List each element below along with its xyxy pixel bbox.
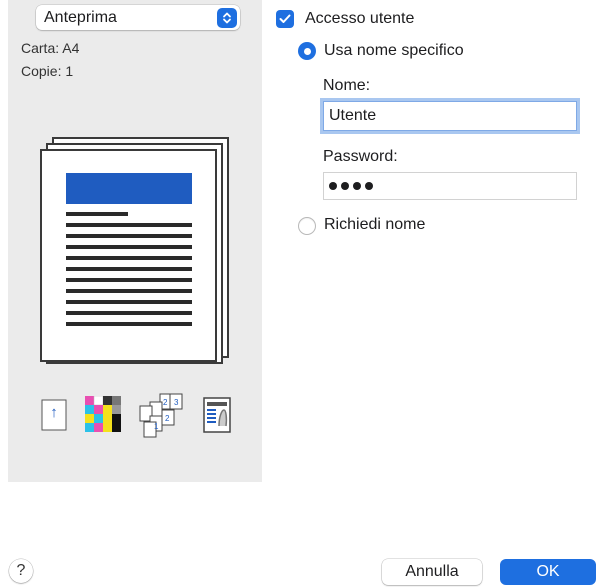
ask-name-label: Richiedi nome [324,216,426,233]
name-input-value: Utente [329,107,377,124]
paper-size-label: Carta: A4 [21,40,80,56]
cancel-button[interactable]: Annulla [382,559,482,585]
paper-header-block [66,173,192,204]
ask-name-radio[interactable] [298,217,316,235]
svg-text:1: 1 [154,422,159,431]
name-label: Nome: [323,77,371,94]
svg-text:2: 2 [165,414,170,423]
paper-sheet-front [40,149,217,362]
use-specific-name-radio[interactable] [298,42,316,60]
paper-line [66,267,192,271]
document-icon[interactable] [202,396,238,441]
use-specific-name-label: Usa nome specifico [324,42,464,59]
paper-line [66,223,192,227]
preview-panel: Anteprima Carta: A4 Copie: 1 ↑ 1 2 3 2 [8,0,262,482]
password-dots [329,182,373,190]
arrow-up-icon[interactable]: ↑ [36,396,76,441]
paper-line [66,245,192,249]
paper-line [66,322,192,326]
svg-text:3: 3 [174,398,179,407]
paper-line [66,300,192,304]
help-button[interactable]: ? [9,559,33,583]
copies-label: Copie: 1 [21,63,74,79]
paper-line [66,278,192,282]
password-input[interactable] [323,172,577,200]
name-input[interactable]: Utente [323,101,577,131]
paper-line [66,311,192,315]
paper-line [66,234,192,238]
svg-text:2: 2 [163,398,168,407]
password-label: Password: [323,148,398,165]
paper-line [66,289,192,293]
collate-pages-icon[interactable]: 1 2 3 2 [138,392,186,445]
chevron-updown-icon[interactable] [217,7,237,28]
user-access-checkbox[interactable] [276,10,294,28]
preset-select-label: Anteprima [44,8,117,26]
paper-line [66,256,192,260]
orientation-arrow: ↑ [50,404,58,421]
print-dialog: Anteprima Carta: A4 Copie: 1 ↑ 1 2 3 2 A… [0,0,597,587]
color-grid-icon[interactable] [84,395,124,441]
ok-button[interactable]: OK [500,559,596,585]
preset-select[interactable]: Anteprima [36,5,240,30]
paper-line [66,212,128,216]
user-access-label: Accesso utente [305,10,415,27]
